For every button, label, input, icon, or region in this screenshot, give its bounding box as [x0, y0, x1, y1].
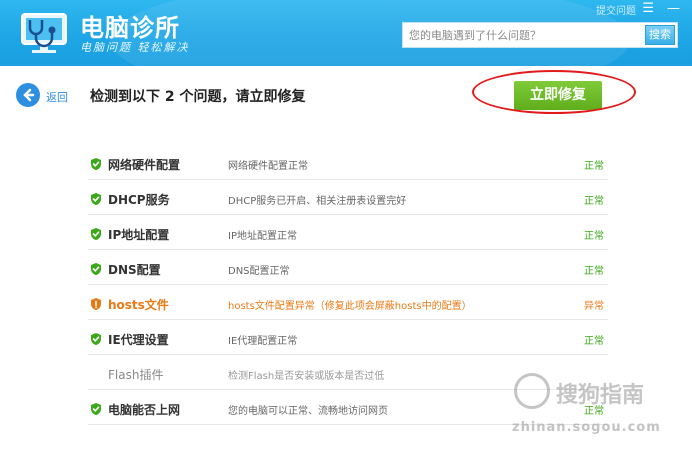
check-item-name: IP地址配置 [108, 228, 170, 242]
check-item-row: DHCP服务 DHCP服务已开启、相关注册表设置完好 正常 [88, 180, 608, 215]
check-item-description: IP地址配置正常 [228, 231, 297, 242]
highlight-ellipse [472, 70, 636, 114]
check-item-status: 正常 [584, 231, 604, 242]
check-item-name: IE代理设置 [108, 333, 169, 347]
submit-question-link[interactable]: 提交问题 [596, 2, 636, 17]
check-item-name: Flash插件 [108, 368, 164, 382]
shield-check-icon [89, 331, 103, 345]
check-item-row: IP地址配置 IP地址配置正常 正常 [88, 215, 608, 250]
check-item-row: hosts文件 hosts文件配置异常（修复此项会屏蔽hosts中的配置） 异常 [88, 285, 608, 320]
check-item-status: 正常 [584, 161, 604, 172]
check-item-status: 正常 [584, 336, 604, 347]
search-button[interactable]: 搜索 [645, 25, 675, 45]
app-header: 电脑诊所 电脑问题 轻松解决 提交问题 ☰ — 搜索 [0, 0, 692, 66]
search-box: 搜索 [402, 22, 678, 48]
app-title: 电脑诊所 [80, 14, 180, 42]
check-item-description: IE代理配置正常 [228, 336, 298, 347]
check-item-name: DNS配置 [108, 263, 161, 277]
check-item-row: DNS配置 DNS配置正常 正常 [88, 250, 608, 285]
scan-result-headline: 检测到以下 2 个问题，请立即修复 [90, 89, 306, 105]
check-item-status: 异常 [584, 301, 604, 312]
app-subtitle: 电脑问题 轻松解决 [80, 41, 190, 54]
check-item-name: 网络硬件配置 [108, 158, 181, 172]
check-item-description: 网络硬件配置正常 [228, 161, 308, 172]
close-icon[interactable]: — [667, 1, 680, 16]
check-item-status: 正常 [584, 196, 604, 207]
check-item-description: hosts文件配置异常（修复此项会屏蔽hosts中的配置） [228, 301, 472, 312]
check-item-description: DHCP服务已开启、相关注册表设置完好 [228, 196, 407, 207]
shield-check-icon [89, 191, 103, 205]
sogou-watermark-icon [514, 373, 550, 409]
check-item-status: 正常 [584, 266, 604, 277]
shield-check-icon [89, 261, 103, 275]
check-item-description: 您的电脑可以正常、流畅地访问网页 [228, 406, 388, 417]
check-item-description: 检测Flash是否安装或版本是否过低 [228, 371, 385, 382]
shield-check-icon [89, 156, 103, 170]
watermark-text: 搜狗指南 [556, 383, 645, 408]
search-input[interactable] [409, 23, 639, 47]
shield-warning-icon [89, 296, 103, 310]
shield-check-icon [89, 401, 103, 415]
check-item-name: 电脑能否上网 [108, 403, 181, 417]
check-item-name: hosts文件 [108, 298, 169, 312]
check-item-row: 网络硬件配置 网络硬件配置正常 正常 [88, 145, 608, 180]
back-arrow-icon[interactable] [16, 83, 40, 107]
minimize-icon[interactable]: ☰ [642, 1, 654, 16]
monitor-stethoscope-logo-icon [16, 8, 72, 58]
check-item-row: IE代理设置 IE代理配置正常 正常 [88, 320, 608, 355]
shield-check-icon [89, 226, 103, 240]
back-button-label[interactable]: 返回 [46, 89, 68, 105]
check-item-description: DNS配置正常 [228, 266, 290, 277]
check-item-name: DHCP服务 [108, 193, 170, 207]
watermark-url: zhinan.sogou.com [512, 420, 661, 435]
pending-icon [89, 366, 103, 380]
